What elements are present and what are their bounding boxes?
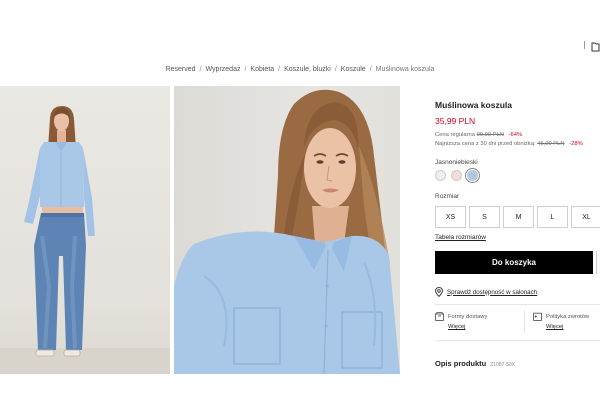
delivery-info: Formy dostawy Więcej xyxy=(435,312,487,332)
regular-price-value: 99,99 PLN xyxy=(476,132,504,138)
size-option-s[interactable]: S xyxy=(469,206,500,228)
product-price: 35,99 PLN xyxy=(435,116,476,126)
divider xyxy=(435,340,600,341)
color-swatch-pink[interactable] xyxy=(451,170,462,181)
product-photo-closeup[interactable] xyxy=(174,86,400,374)
lowest-discount: -28% xyxy=(569,141,583,147)
breadcrumb-separator: / xyxy=(199,66,202,73)
size-option-m[interactable]: M xyxy=(503,206,534,228)
size-option-xs[interactable]: XS xyxy=(435,206,466,228)
regular-price-label: Cena regularna xyxy=(435,132,475,138)
size-selector: XS S M L XL xyxy=(435,206,600,228)
breadcrumb-item-shirts[interactable]: Koszule xyxy=(341,66,366,73)
size-option-l[interactable]: L xyxy=(537,206,568,228)
breadcrumb-item-current: Muślinowa koszula xyxy=(375,66,435,73)
check-availability-link[interactable]: Sprawdź dostępność w salonach xyxy=(447,289,537,296)
breadcrumb-separator: / xyxy=(369,66,372,73)
divider xyxy=(435,304,600,305)
delivery-more-link[interactable]: Więcej xyxy=(448,322,487,332)
color-swatches xyxy=(435,170,478,181)
regular-discount: -64% xyxy=(508,132,523,138)
returns-info: Polityka zwrotów Więcej xyxy=(533,312,589,332)
returns-icon xyxy=(533,312,542,321)
returns-title: Polityka zwrotów xyxy=(546,314,590,320)
size-table-link[interactable]: Tabela rozmiarów xyxy=(435,234,486,241)
delivery-title: Formy dostawy xyxy=(448,314,488,320)
breadcrumb-item-shirts-blouses[interactable]: Koszule, bluzki xyxy=(284,66,331,73)
color-swatch-light-blue[interactable] xyxy=(467,170,478,181)
add-to-cart-button[interactable]: Do koszyka xyxy=(435,251,593,274)
store-availability: Sprawdź dostępność w salonach xyxy=(435,287,537,297)
location-pin-icon xyxy=(435,287,443,297)
breadcrumb-item-woman[interactable]: Kobieta xyxy=(250,66,274,73)
lowest-price-value: 45,99 PLN xyxy=(537,141,565,147)
product-photo-full-length[interactable] xyxy=(0,86,170,374)
vertical-divider xyxy=(524,310,525,332)
lowest-price-label: Najniższa cena z 30 dni przed obniżką: xyxy=(435,141,536,147)
regular-price-line: Cena regularna 99,99 PLN -64% xyxy=(435,132,600,138)
wishlist-button-partial[interactable] xyxy=(596,251,600,274)
color-name: Jasnoniebieski xyxy=(435,159,478,166)
lowest-price-line: Najniższa cena z 30 dni przed obniżką: 4… xyxy=(435,141,600,147)
breadcrumb-item-sale[interactable]: Wyprzedaż xyxy=(206,66,241,73)
breadcrumb-separator: / xyxy=(278,66,281,73)
product-code: Z1087-50X xyxy=(490,362,515,368)
description-label: Opis produktu xyxy=(435,359,487,368)
product-title: Muślinowa koszula xyxy=(435,100,512,110)
breadcrumb-separator: / xyxy=(334,66,337,73)
breadcrumb-separator: / xyxy=(244,66,247,73)
size-label: Rozmiar xyxy=(435,193,460,200)
product-description-header[interactable]: Opis produktu Z1087-50X xyxy=(435,359,515,368)
color-swatch-offwhite[interactable] xyxy=(435,170,446,181)
size-option-xl[interactable]: XL xyxy=(571,206,600,228)
breadcrumb: Reserved / Wyprzedaż / Kobieta / Koszule, bluz… xyxy=(0,66,600,73)
breadcrumb-item-reserved[interactable]: Reserved xyxy=(166,66,196,73)
returns-more-link[interactable]: Więcej xyxy=(546,322,589,332)
product-info: Muślinowa koszula 35,99 PLN Cena regular… xyxy=(435,100,600,147)
folder-icon[interactable] xyxy=(584,41,600,53)
delivery-box-icon xyxy=(435,312,444,321)
